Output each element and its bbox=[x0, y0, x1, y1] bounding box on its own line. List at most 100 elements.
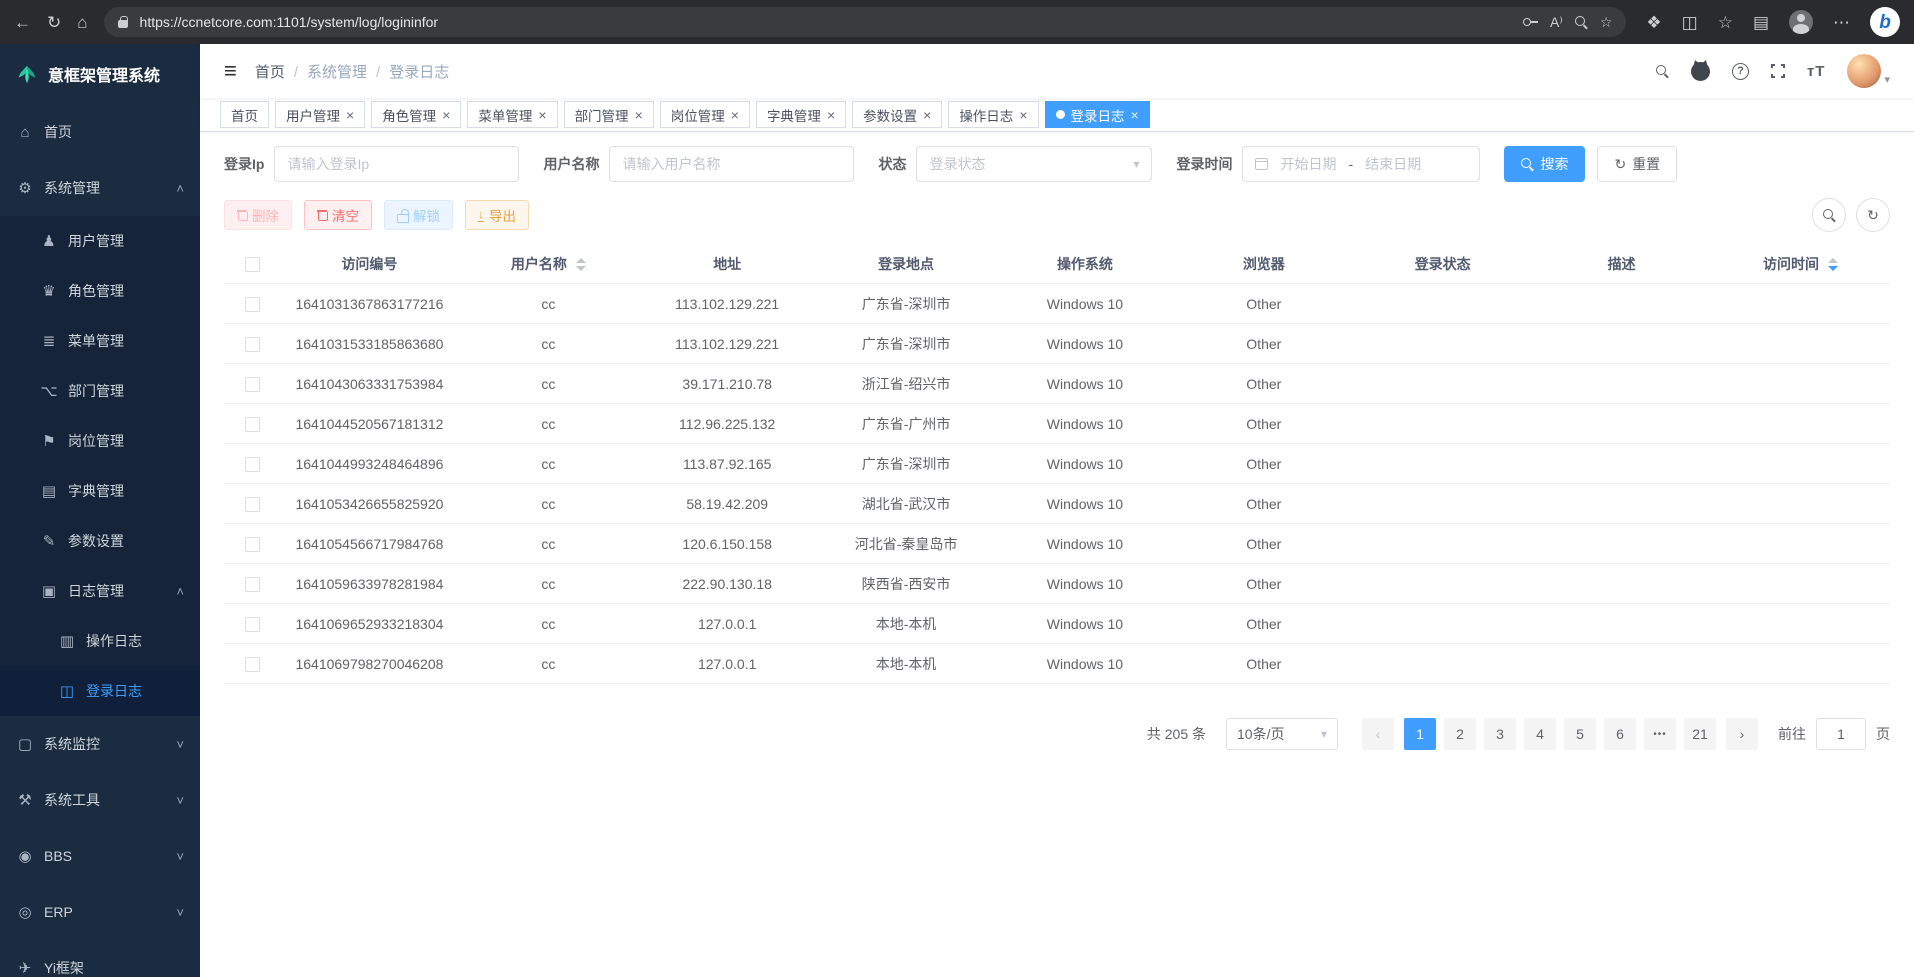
table-row[interactable]: 1641031533185863680 cc 113.102.129.221 广… bbox=[224, 324, 1890, 364]
end-date-placeholder[interactable]: 结束日期 bbox=[1365, 154, 1421, 174]
tab-close-icon[interactable]: × bbox=[346, 108, 354, 122]
breadcrumb-item[interactable]: 首页 bbox=[255, 61, 307, 82]
github-icon[interactable] bbox=[1691, 62, 1710, 81]
sidebar-menu-item[interactable]: ▣ 日志管理 bbox=[0, 566, 200, 616]
table-row[interactable]: 1641031367863177216 cc 113.102.129.221 广… bbox=[224, 284, 1890, 324]
row-checkbox[interactable] bbox=[245, 417, 260, 432]
sidebar-menu-item[interactable]: ▢ 系统监控 bbox=[0, 716, 200, 772]
page-button[interactable]: 21 bbox=[1684, 718, 1716, 750]
delete-button[interactable]: 删除 bbox=[224, 200, 292, 230]
user-menu[interactable]: ▾ bbox=[1847, 54, 1890, 88]
select-all-checkbox[interactable] bbox=[245, 257, 260, 272]
sidebar-menu-item[interactable]: ⌂ 首页 bbox=[0, 104, 200, 160]
tab[interactable]: 岗位管理 × bbox=[660, 101, 750, 128]
next-page-button[interactable]: › bbox=[1726, 718, 1758, 750]
tab[interactable]: 字典管理 × bbox=[756, 101, 846, 128]
reload-icon[interactable]: ↻ bbox=[47, 14, 61, 31]
sidebar-menu-item[interactable]: ✈ Yi框架 bbox=[0, 940, 200, 977]
breadcrumb-item[interactable]: 系统管理 bbox=[307, 61, 389, 82]
header-cell[interactable]: 访问时间 bbox=[1711, 244, 1890, 284]
table-row[interactable]: 1641054566717984768 cc 120.6.150.158 河北省… bbox=[224, 524, 1890, 564]
page-button[interactable]: 6 bbox=[1604, 718, 1636, 750]
sidebar-menu-item[interactable]: ⚑ 岗位管理 bbox=[0, 416, 200, 466]
page-button[interactable]: 4 bbox=[1524, 718, 1556, 750]
start-date-placeholder[interactable]: 开始日期 bbox=[1280, 154, 1336, 174]
tab-close-icon[interactable]: × bbox=[1019, 108, 1027, 122]
tab[interactable]: 角色管理 × bbox=[371, 101, 461, 128]
tab[interactable]: 操作日志 × bbox=[948, 101, 1038, 128]
sidebar-menu-item[interactable]: ◫ 登录日志 bbox=[0, 666, 200, 716]
table-row[interactable]: 1641044993248464896 cc 113.87.92.165 广东省… bbox=[224, 444, 1890, 484]
sidebar-menu-item[interactable]: ⚒ 系统工具 bbox=[0, 772, 200, 828]
header-cell[interactable]: 浏览器 bbox=[1174, 244, 1353, 284]
browser-home-icon[interactable]: ⌂ bbox=[77, 14, 87, 31]
row-checkbox[interactable] bbox=[245, 617, 260, 632]
table-row[interactable]: 1641069798270046208 cc 127.0.0.1 本地-本机 W… bbox=[224, 644, 1890, 684]
sidebar-menu-item[interactable]: ▥ 操作日志 bbox=[0, 616, 200, 666]
tab-close-icon[interactable]: × bbox=[827, 108, 835, 122]
table-row[interactable]: 1641044520567181312 cc 112.96.225.132 广东… bbox=[224, 404, 1890, 444]
row-checkbox[interactable] bbox=[245, 337, 260, 352]
collections-icon[interactable]: ▤ bbox=[1753, 14, 1769, 31]
hamburger-menu-icon[interactable]: ≡ bbox=[224, 60, 237, 82]
sidebar-menu-item[interactable]: ◎ ERP bbox=[0, 884, 200, 940]
page-button[interactable]: 1 bbox=[1404, 718, 1436, 750]
table-row[interactable]: 1641059633978281984 cc 222.90.130.18 陕西省… bbox=[224, 564, 1890, 604]
copilot-icon[interactable]: b bbox=[1870, 7, 1900, 37]
tab-close-icon[interactable]: × bbox=[1131, 108, 1139, 122]
goto-page-input[interactable] bbox=[1816, 718, 1866, 750]
unlock-button[interactable]: 解锁 bbox=[384, 200, 453, 230]
tab[interactable]: 部门管理 × bbox=[564, 101, 654, 128]
page-button[interactable]: ••• bbox=[1644, 718, 1676, 750]
login-ip-input[interactable] bbox=[274, 146, 519, 182]
sidebar-menu-item[interactable]: ▤ 字典管理 bbox=[0, 466, 200, 516]
search-icon[interactable] bbox=[1656, 65, 1669, 78]
zoom-icon[interactable] bbox=[1575, 16, 1588, 29]
header-cell[interactable]: 地址 bbox=[638, 244, 817, 284]
sidebar-menu-item[interactable]: ⚙ 系统管理 bbox=[0, 160, 200, 216]
tab-close-icon[interactable]: × bbox=[731, 108, 739, 122]
tab[interactable]: 登录日志 × bbox=[1045, 101, 1150, 128]
font-size-icon[interactable]: тT bbox=[1807, 63, 1826, 80]
more-options-icon[interactable]: ⋯ bbox=[1833, 14, 1850, 31]
sort-carets-icon[interactable] bbox=[576, 258, 586, 271]
read-aloud-icon[interactable]: A⁾ bbox=[1550, 15, 1563, 29]
tab[interactable]: 用户管理 × bbox=[275, 101, 365, 128]
tab[interactable]: 参数设置 × bbox=[852, 101, 942, 128]
row-checkbox[interactable] bbox=[245, 537, 260, 552]
toggle-search-button[interactable] bbox=[1812, 198, 1846, 232]
date-range-picker[interactable]: 开始日期 - 结束日期 bbox=[1242, 146, 1480, 182]
breadcrumb-item[interactable]: 登录日志 bbox=[389, 61, 467, 82]
page-button[interactable]: 2 bbox=[1444, 718, 1476, 750]
add-favorite-icon[interactable]: ☆ bbox=[1600, 15, 1613, 29]
sidebar-menu-item[interactable]: ♟ 用户管理 bbox=[0, 216, 200, 266]
row-checkbox[interactable] bbox=[245, 377, 260, 392]
header-cell[interactable]: 登录地点 bbox=[817, 244, 996, 284]
tab-close-icon[interactable]: × bbox=[923, 108, 931, 122]
prev-page-button[interactable]: ‹ bbox=[1362, 718, 1394, 750]
row-checkbox[interactable] bbox=[245, 577, 260, 592]
profile-icon[interactable] bbox=[1789, 10, 1813, 34]
header-cell[interactable]: 描述 bbox=[1532, 244, 1711, 284]
tab-close-icon[interactable]: × bbox=[538, 108, 546, 122]
tab[interactable]: 菜单管理 × bbox=[467, 101, 557, 128]
help-icon[interactable]: ? bbox=[1732, 63, 1749, 80]
split-screen-icon[interactable]: ◫ bbox=[1682, 14, 1698, 31]
tab[interactable]: 首页 × bbox=[220, 101, 269, 128]
clear-button[interactable]: 清空 bbox=[304, 200, 372, 230]
header-cell[interactable]: 登录状态 bbox=[1353, 244, 1532, 284]
app-logo[interactable]: 意框架管理系统 bbox=[0, 44, 200, 104]
page-size-select[interactable]: 10条/页 ▾ bbox=[1226, 718, 1338, 750]
page-button[interactable]: 5 bbox=[1564, 718, 1596, 750]
favorites-icon[interactable]: ☆ bbox=[1718, 14, 1733, 31]
header-cell[interactable]: 访问编号 bbox=[280, 244, 459, 284]
row-checkbox[interactable] bbox=[245, 657, 260, 672]
tab-close-icon[interactable]: × bbox=[635, 108, 643, 122]
sort-carets-icon[interactable] bbox=[1828, 258, 1838, 271]
sidebar-menu-item[interactable]: ◉ BBS bbox=[0, 828, 200, 884]
export-button[interactable]: ↓ 导出 bbox=[465, 200, 529, 230]
tab-close-icon[interactable]: × bbox=[442, 108, 450, 122]
sidebar-menu-item[interactable]: ♛ 角色管理 bbox=[0, 266, 200, 316]
header-cell[interactable]: 操作系统 bbox=[996, 244, 1175, 284]
sidebar-menu-item[interactable]: ⌥ 部门管理 bbox=[0, 366, 200, 416]
